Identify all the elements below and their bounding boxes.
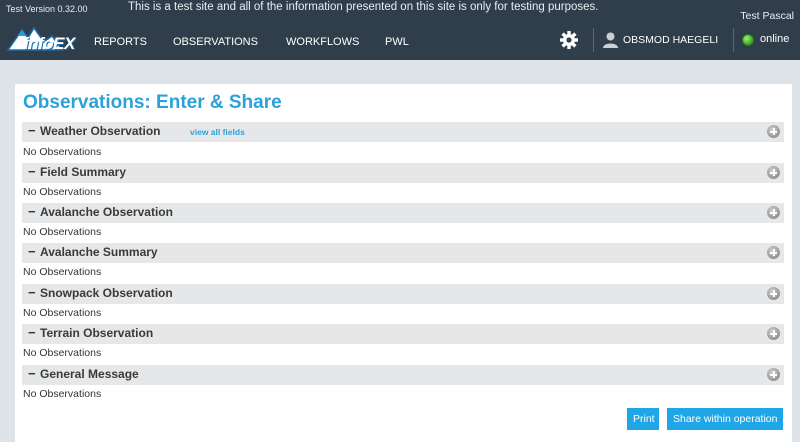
user-name: OBSMOD HAEGELI <box>623 34 719 46</box>
view-all-fields-link[interactable]: view all fields <box>190 127 245 137</box>
share-within-operation-button[interactable]: Share within operation <box>667 408 783 430</box>
empty-state-text: No Observations <box>23 388 102 400</box>
section-title: Field Summary <box>40 165 127 179</box>
section-header-field-summary[interactable]: − Field Summary <box>22 163 784 183</box>
empty-state-text: No Observations <box>23 347 102 359</box>
empty-state-text: No Observations <box>23 146 102 158</box>
infoex-logo[interactable]: infoEX <box>4 20 75 56</box>
collapse-icon[interactable]: − <box>28 244 36 259</box>
divider <box>733 28 734 52</box>
add-icon[interactable] <box>767 125 780 138</box>
section-title: Avalanche Observation <box>40 205 173 219</box>
add-icon[interactable] <box>767 206 780 219</box>
section-header-avalanche-summary[interactable]: − Avalanche Summary <box>22 243 784 263</box>
empty-state-text: No Observations <box>23 186 102 198</box>
section-header-general-message[interactable]: − General Message <box>22 365 784 385</box>
add-icon[interactable] <box>767 368 780 381</box>
nav-reports[interactable]: REPORTS <box>94 36 147 48</box>
page-title: Observations: Enter & Share <box>23 92 282 113</box>
section-header-weather-observation[interactable]: − Weather Observation view all fields <box>22 122 784 142</box>
section-header-avalanche-observation[interactable]: − Avalanche Observation <box>22 203 784 223</box>
gear-icon[interactable] <box>559 30 579 50</box>
collapse-icon[interactable]: − <box>28 285 36 300</box>
observations-panel: Observations: Enter & Share − Weather Ob… <box>15 84 792 442</box>
collapse-icon[interactable]: − <box>28 204 36 219</box>
collapse-icon[interactable]: − <box>28 123 36 138</box>
section-title: Weather Observation <box>40 124 161 138</box>
site-user-label: Test Pascal <box>740 10 794 22</box>
test-site-notice: This is a test site and all of the infor… <box>128 1 599 13</box>
print-button[interactable]: Print <box>627 408 659 430</box>
add-icon[interactable] <box>767 246 780 259</box>
section-title: Terrain Observation <box>40 326 154 340</box>
add-icon[interactable] <box>767 287 780 300</box>
version-label: Test Version 0.32.00 <box>6 4 88 14</box>
add-icon[interactable] <box>767 327 780 340</box>
section-header-terrain-observation[interactable]: − Terrain Observation <box>22 324 784 344</box>
section-title: Avalanche Summary <box>40 245 158 259</box>
nav-observations[interactable]: OBSERVATIONS <box>173 36 258 48</box>
top-bar: Test Version 0.32.00 This is a test site… <box>0 0 800 60</box>
collapse-icon[interactable]: − <box>28 164 36 179</box>
logo-text: infoEX <box>24 34 75 53</box>
nav-pwl[interactable]: PWL <box>385 36 409 48</box>
add-icon[interactable] <box>767 166 780 179</box>
status-text: online <box>760 33 790 45</box>
section-header-snowpack-observation[interactable]: − Snowpack Observation <box>22 284 784 304</box>
divider <box>593 28 594 52</box>
user-icon <box>603 32 618 48</box>
collapse-icon[interactable]: − <box>28 325 36 340</box>
section-title: Snowpack Observation <box>40 286 173 300</box>
status-dot-icon <box>742 34 754 46</box>
collapse-icon[interactable]: − <box>28 366 36 381</box>
nav-workflows[interactable]: WORKFLOWS <box>286 36 359 48</box>
section-title: General Message <box>40 367 139 381</box>
empty-state-text: No Observations <box>23 226 102 238</box>
empty-state-text: No Observations <box>23 266 102 278</box>
empty-state-text: No Observations <box>23 307 102 319</box>
